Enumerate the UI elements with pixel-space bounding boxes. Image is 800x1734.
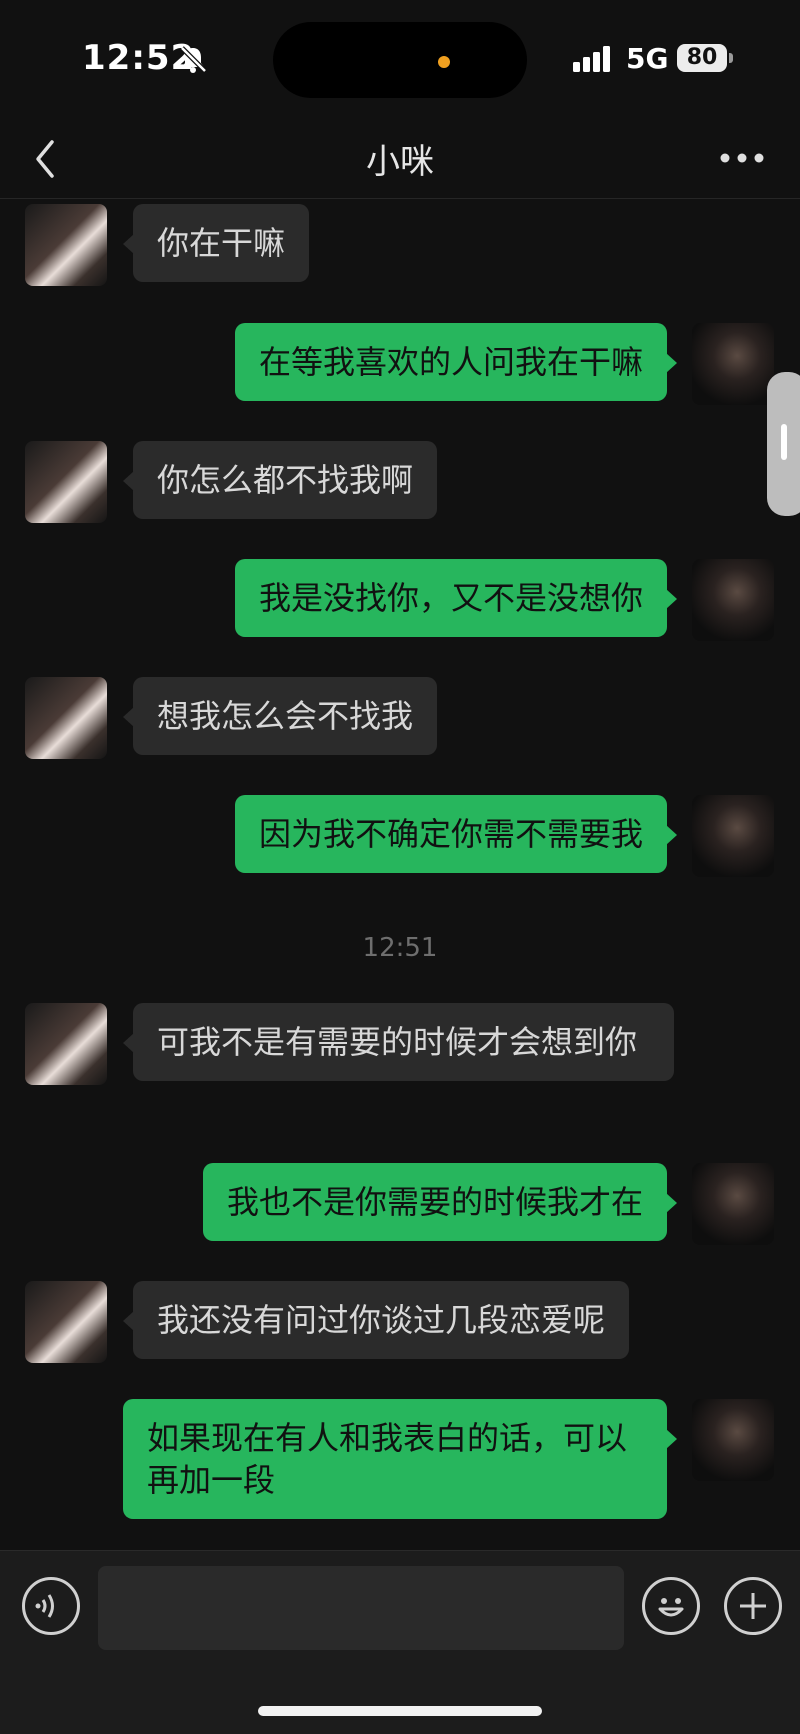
incoming-message[interactable]: 可我不是有需要的时候才会想到你 (123, 1003, 674, 1081)
incoming-message[interactable]: 你在干嘛 (122, 204, 310, 282)
privacy-indicator-dot (438, 56, 450, 68)
plus-icon[interactable] (724, 1577, 782, 1635)
my-avatar[interactable] (692, 795, 774, 877)
message-list[interactable]: 你在干嘛 在等我喜欢的人问我在干嘛 你怎么都不找我啊 我是没找你，又不是没想你 … (0, 199, 800, 1549)
my-avatar[interactable] (692, 323, 774, 405)
emoji-icon[interactable] (642, 1577, 700, 1635)
add-icon (740, 1593, 766, 1619)
my-avatar[interactable] (692, 1399, 774, 1481)
voice-input-icon[interactable] (22, 1577, 80, 1635)
outgoing-message[interactable]: 如果现在有人和我表白的话，可以再加一段 (123, 1399, 677, 1519)
message-input[interactable] (98, 1566, 624, 1650)
status-bar: 12:52 5G 80 (0, 0, 800, 120)
contact-avatar[interactable] (25, 677, 107, 759)
battery-tip (729, 53, 733, 63)
contact-avatar[interactable] (25, 204, 107, 286)
more-options-icon[interactable] (716, 146, 768, 170)
outgoing-message[interactable]: 在等我喜欢的人问我在干嘛 (234, 323, 678, 401)
bell-muted-icon (180, 46, 207, 73)
chat-title: 小咪 (366, 142, 434, 182)
timestamp-divider: 12:51 (362, 933, 438, 963)
my-avatar[interactable] (692, 1163, 774, 1245)
smiley-face-icon (658, 1598, 684, 1617)
battery-icon: 80 (677, 44, 727, 72)
outgoing-message[interactable]: 因为我不确定你需不需要我 (234, 795, 678, 873)
dynamic-island (273, 22, 527, 98)
sound-wave-icon (35, 1594, 54, 1618)
contact-avatar[interactable] (25, 441, 107, 523)
outgoing-message[interactable]: 我也不是你需要的时候我才在 (202, 1163, 678, 1241)
incoming-message[interactable]: 想我怎么会不找我 (122, 677, 438, 755)
incoming-message[interactable]: 你怎么都不找我啊 (122, 441, 438, 519)
chat-header: 小咪 (0, 120, 800, 199)
contact-avatar[interactable] (25, 1281, 107, 1363)
incoming-message[interactable]: 我还没有问过你谈过几段恋爱呢 (122, 1281, 630, 1359)
contact-avatar[interactable] (25, 1003, 107, 1085)
home-indicator[interactable] (258, 1706, 542, 1716)
my-avatar[interactable] (692, 559, 774, 641)
scroll-handle[interactable] (767, 372, 800, 516)
battery-level: 80 (686, 45, 718, 70)
signal-strength-icon (573, 46, 610, 72)
outgoing-message[interactable]: 我是没找你，又不是没想你 (234, 559, 678, 637)
network-type: 5G (626, 42, 669, 75)
